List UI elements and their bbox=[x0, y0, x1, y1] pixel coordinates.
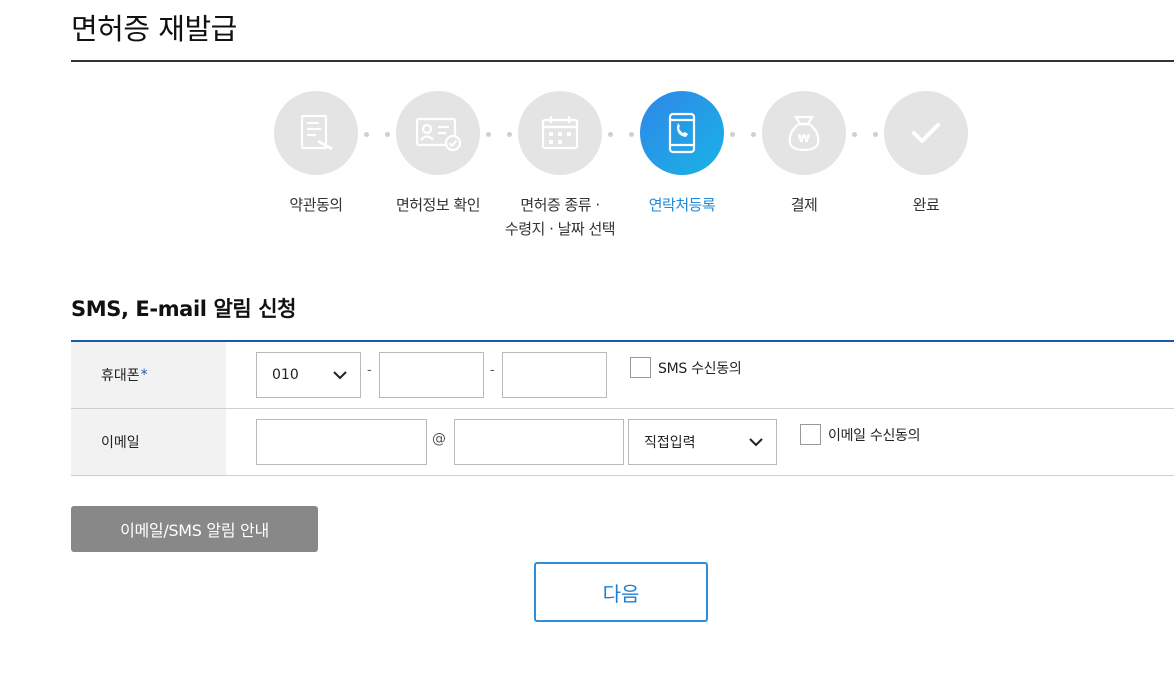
step-label: 면허증 종류 · 수령지 · 날짜 선택 bbox=[495, 193, 625, 241]
step-label: 약관동의 bbox=[289, 196, 343, 214]
phone-middle-field[interactable] bbox=[380, 353, 483, 397]
calendar-icon bbox=[541, 116, 579, 150]
svg-text:₩: ₩ bbox=[798, 132, 810, 145]
next-button[interactable]: 다음 bbox=[534, 562, 708, 622]
title-divider bbox=[71, 60, 1174, 62]
step-circle bbox=[640, 91, 724, 175]
step-circle bbox=[884, 91, 968, 175]
smartphone-call-icon bbox=[668, 112, 696, 154]
phone-label-text: 휴대폰 bbox=[101, 368, 140, 384]
email-consent-checkbox[interactable] bbox=[800, 424, 821, 445]
email-domain-field[interactable] bbox=[455, 420, 623, 464]
won-money-bag-icon: ₩ bbox=[788, 115, 820, 152]
id-card-check-icon bbox=[415, 117, 462, 152]
step-circle bbox=[396, 91, 480, 175]
email-at-sign: @ bbox=[432, 431, 446, 447]
phone-separator: - bbox=[490, 363, 495, 378]
email-domain-select[interactable]: 직접입력 bbox=[628, 419, 777, 465]
checkmark-icon bbox=[912, 123, 940, 143]
step-label: 연락처등록 bbox=[648, 196, 716, 214]
phone-last-input[interactable] bbox=[502, 352, 607, 398]
email-local-input[interactable] bbox=[256, 419, 427, 465]
chevron-down-icon bbox=[749, 438, 763, 447]
step-payment: ₩ 결제 bbox=[739, 91, 869, 217]
step-label: 결제 bbox=[790, 196, 818, 214]
phone-label: 휴대폰 * bbox=[71, 342, 226, 408]
sms-consent-checkbox[interactable] bbox=[630, 357, 651, 378]
document-sign-icon bbox=[300, 114, 333, 151]
phone-middle-input[interactable] bbox=[379, 352, 484, 398]
email-label-text: 이메일 bbox=[101, 435, 140, 451]
step-label-line: 수령지 · 날짜 선택 bbox=[504, 220, 616, 238]
step-circle: ₩ bbox=[762, 91, 846, 175]
step-label: 완료 bbox=[912, 196, 940, 214]
email-label: 이메일 bbox=[71, 409, 226, 475]
email-consent-label: 이메일 수신동의 bbox=[828, 428, 921, 444]
sms-consent-label: SMS 수신동의 bbox=[658, 361, 742, 377]
step-label: 면허정보 확인 bbox=[395, 196, 481, 214]
page-title: 면허증 재발급 bbox=[71, 12, 237, 46]
notification-info-button[interactable]: 이메일/SMS 알림 안내 bbox=[71, 506, 318, 552]
email-local-field[interactable] bbox=[257, 420, 426, 464]
step-label-line: 면허증 종류 · bbox=[520, 196, 600, 214]
step-complete: 완료 bbox=[861, 91, 991, 217]
required-mark: * bbox=[140, 367, 148, 383]
step-type-place-date: 면허증 종류 · 수령지 · 날짜 선택 bbox=[495, 91, 625, 241]
phone-separator: - bbox=[367, 363, 372, 378]
contact-form-table: 휴대폰 * 010 - - SMS 수신동의 이메일 @ 직접입력 이메일 수신동… bbox=[71, 340, 1174, 476]
email-domain-input[interactable] bbox=[454, 419, 624, 465]
section-title: SMS, E-mail 알림 신청 bbox=[71, 297, 297, 321]
step-license-info: 면허정보 확인 bbox=[373, 91, 503, 217]
step-circle bbox=[518, 91, 602, 175]
email-row: 이메일 @ 직접입력 이메일 수신동의 bbox=[71, 409, 1174, 476]
phone-row: 휴대폰 * 010 - - SMS 수신동의 bbox=[71, 342, 1174, 409]
phone-last-field[interactable] bbox=[503, 353, 606, 397]
step-contact-registration: 연락처등록 bbox=[617, 91, 747, 217]
phone-prefix-value: 010 bbox=[272, 367, 299, 383]
email-domain-select-value: 직접입력 bbox=[644, 435, 696, 451]
chevron-down-icon bbox=[333, 371, 347, 380]
step-terms-agreement: 약관동의 bbox=[251, 91, 381, 217]
phone-prefix-select[interactable]: 010 bbox=[256, 352, 361, 398]
step-circle bbox=[274, 91, 358, 175]
